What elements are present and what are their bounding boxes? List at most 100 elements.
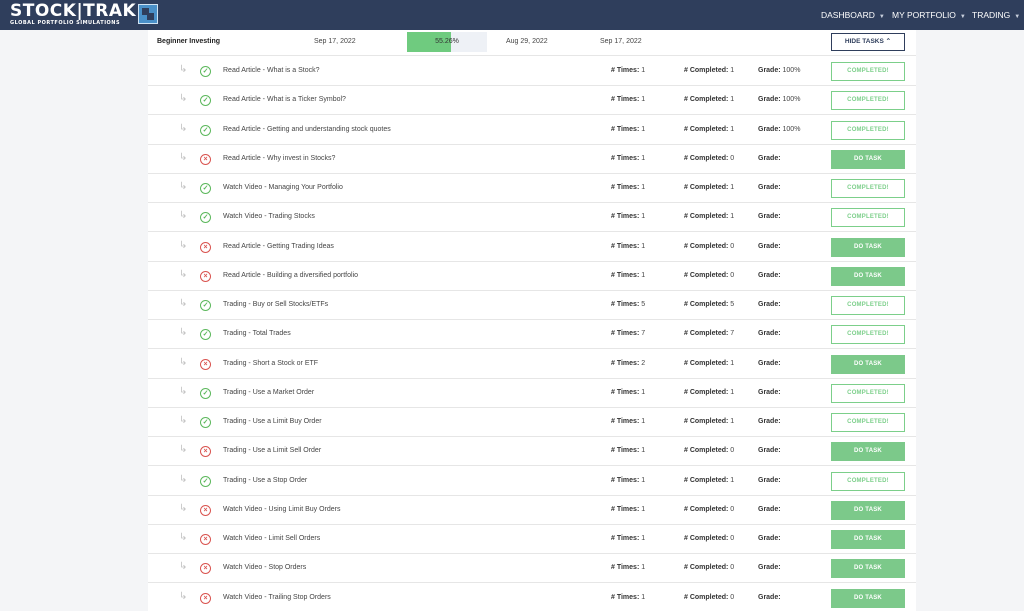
task-completed: # Completed: 1 xyxy=(684,360,734,367)
brand-name: STOCK|TRAK xyxy=(10,1,137,21)
task-row: ↳ ✓ Read Article - What is a Ticker Symbol… xyxy=(148,86,916,116)
task-times: # Times: 1 xyxy=(611,418,645,425)
task-row: ↳ ✓ Watch Video - Trading Stocks # Times: 1… xyxy=(148,203,916,233)
task-name: Read Article - Getting Trading Ideas xyxy=(223,242,334,250)
task-times: # Times: 1 xyxy=(611,506,645,513)
task-completed: # Completed: 5 xyxy=(684,301,734,308)
grade-label: Grade: xyxy=(758,67,781,74)
completed-value: 7 xyxy=(730,330,735,338)
do-task-button[interactable]: DO TASK xyxy=(831,559,905,579)
task-times: # Times: 1 xyxy=(611,155,645,162)
times-label: # Times: xyxy=(611,359,640,367)
task-name: Trading - Use a Limit Buy Order xyxy=(223,418,322,425)
subitem-arrow-icon: ↳ xyxy=(179,532,188,543)
completed-label: # Completed: xyxy=(684,418,729,425)
completed-button[interactable]: COMPLETED! xyxy=(831,471,905,491)
nav-my-portfolio[interactable]: MY PORTFOLIO ▼ xyxy=(892,0,966,30)
do-task-button[interactable]: DO TASK xyxy=(831,588,905,608)
top-navbar: STOCK|TRAK GLOBAL PORTFOLIO SIMULATIONS … xyxy=(0,0,1024,30)
check-circle-icon: ✓ xyxy=(200,475,211,487)
times-value: 1 xyxy=(641,476,646,484)
task-row: ↳ ✓ Read Article - What is a Stock? # Times… xyxy=(148,57,916,86)
completed-button[interactable]: COMPLETED! xyxy=(831,62,905,81)
times-value: 1 xyxy=(641,535,646,542)
task-name: Read Article - What is a Ticker Symbol? xyxy=(223,96,346,104)
assignment-name: Beginner Investing xyxy=(157,38,221,45)
nav-my-portfolio-label: MY PORTFOLIO xyxy=(892,10,956,20)
task-times: # Times: 1 xyxy=(611,594,645,601)
subitem-arrow-icon: ↳ xyxy=(179,151,188,163)
check-circle-icon: ✓ xyxy=(200,329,211,341)
task-row: ↳ ✓ Trading - Use a Stop Order # Times: 1 # … xyxy=(148,467,916,496)
subitem-arrow-icon: ↳ xyxy=(179,444,188,456)
chevron-down-icon: ▼ xyxy=(1014,14,1021,20)
task-times: # Times: 1 xyxy=(611,272,645,279)
task-row: ↳ ✓ Trading - Use a Limit Buy Order # Times… xyxy=(148,408,916,437)
check-circle-icon: ✓ xyxy=(200,183,211,194)
completed-value: 1 xyxy=(730,418,735,425)
times-label: # Times: xyxy=(611,301,640,308)
do-task-button[interactable]: DO TASK xyxy=(831,500,905,520)
times-label: # Times: xyxy=(611,418,640,425)
subitem-arrow-icon: ↳ xyxy=(179,268,188,280)
task-times: # Times: 1 xyxy=(611,243,645,250)
do-task-button[interactable]: DO TASK xyxy=(831,442,905,462)
do-task-button[interactable]: DO TASK xyxy=(831,530,905,549)
completed-button[interactable]: COMPLETED! xyxy=(831,325,905,345)
subitem-arrow-icon: ↳ xyxy=(179,356,188,368)
chevron-down-icon: ▼ xyxy=(878,14,885,20)
nav-trading[interactable]: TRADING ▼ xyxy=(972,0,1020,30)
assignment-header-row: Beginner Investing Sep 17, 2022 55.26% A… xyxy=(148,30,916,56)
times-value: 1 xyxy=(641,125,646,133)
hide-tasks-button[interactable]: HIDE TASKS ⌃ xyxy=(831,33,905,51)
chevron-up-icon: ⌃ xyxy=(885,38,892,45)
grade-label: Grade: xyxy=(758,359,781,367)
completed-value: 0 xyxy=(730,535,735,542)
task-name: Read Article - What is a Stock? xyxy=(223,67,320,74)
do-task-button[interactable]: DO TASK xyxy=(831,266,905,286)
completed-button[interactable]: COMPLETED! xyxy=(831,383,905,403)
task-completed: # Completed: 7 xyxy=(684,330,734,337)
x-circle-icon: × xyxy=(200,446,211,458)
grade-label: Grade: xyxy=(758,96,781,104)
completed-value: 0 xyxy=(730,593,735,601)
task-grade: Grade: xyxy=(758,184,781,191)
x-circle-icon: × xyxy=(200,504,211,516)
completed-label: # Completed: xyxy=(684,67,729,74)
task-completed: # Completed: 1 xyxy=(684,477,734,484)
x-circle-icon: × xyxy=(200,241,211,253)
x-circle-icon: × xyxy=(200,270,211,282)
task-grade: Grade: xyxy=(758,418,781,425)
task-completed: # Completed: 1 xyxy=(684,126,734,133)
completed-value: 1 xyxy=(730,96,735,104)
do-task-button[interactable]: DO TASK xyxy=(831,149,905,169)
check-circle-icon: ✓ xyxy=(200,387,211,399)
task-name: Watch Video - Limit Sell Orders xyxy=(223,535,321,542)
completed-button[interactable]: COMPLETED! xyxy=(831,91,905,111)
assignment-start-date: Sep 17, 2022 xyxy=(314,38,356,45)
task-completed: # Completed: 0 xyxy=(684,594,734,601)
do-task-button[interactable]: DO TASK xyxy=(831,354,905,374)
x-circle-icon: × xyxy=(200,592,211,604)
completed-button[interactable]: COMPLETED! xyxy=(831,296,905,315)
do-task-button[interactable]: DO TASK xyxy=(831,237,905,257)
times-label: # Times: xyxy=(611,447,640,455)
times-value: 2 xyxy=(641,359,646,367)
completed-button[interactable]: COMPLETED! xyxy=(831,179,905,198)
completed-button[interactable]: COMPLETED! xyxy=(831,120,905,140)
nav-dashboard[interactable]: DASHBOARD ▼ xyxy=(821,0,885,30)
task-row: ↳ × Watch Video - Using Limit Buy Orders # … xyxy=(148,496,916,525)
check-circle-icon: ✓ xyxy=(200,124,211,136)
completed-value: 1 xyxy=(730,184,735,191)
times-value: 1 xyxy=(641,96,646,104)
task-completed: # Completed: 1 xyxy=(684,418,734,425)
completed-value: 0 xyxy=(730,242,735,250)
task-completed: # Completed: 1 xyxy=(684,96,734,103)
completed-value: 5 xyxy=(730,301,735,308)
completed-button[interactable]: COMPLETED! xyxy=(831,413,905,432)
assignment-due-date: Aug 29, 2022 xyxy=(506,38,548,45)
task-completed: # Completed: 0 xyxy=(684,243,734,250)
task-grade: Grade: xyxy=(758,564,781,571)
completed-label: # Completed: xyxy=(684,271,729,279)
completed-button[interactable]: COMPLETED! xyxy=(831,208,905,228)
